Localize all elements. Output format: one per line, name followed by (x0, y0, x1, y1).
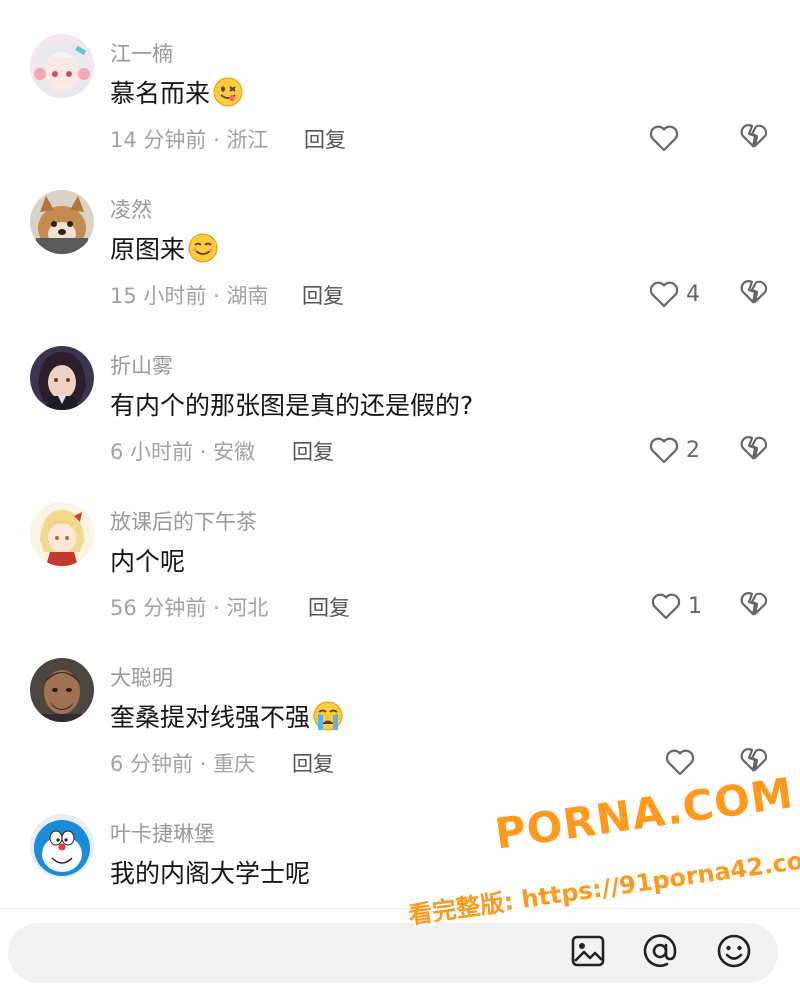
comment-time: 6 小时前 (110, 440, 194, 464)
reply-button[interactable]: 回复 (308, 592, 350, 622)
dislike-button[interactable] (738, 120, 770, 150)
broken-heart-icon (740, 748, 768, 772)
comment-location: 湖南 (226, 284, 269, 308)
broken-heart-icon (740, 280, 768, 304)
like-count: 4 (686, 281, 700, 307)
comment-text: 有内个的那张图是真的还是假的? (110, 386, 473, 422)
avatar[interactable] (30, 658, 94, 722)
comment-item: 江一楠 慕名而来 14 分钟前 · 浙江 回复 (0, 32, 800, 188)
comment-text-body: 我的内阁大学士呢 (110, 859, 311, 888)
meta-separator: · (193, 440, 214, 464)
comment-text-body: 慕名而来 (110, 79, 211, 108)
comment-text-body: 奎桑提对线强不强 (110, 703, 311, 732)
reply-button[interactable]: 回复 (292, 436, 334, 466)
comment-time: 15 小时前 (110, 284, 207, 308)
comment-text: 内个呢 (110, 542, 185, 578)
at-icon[interactable] (640, 931, 680, 971)
image-icon[interactable] (568, 931, 608, 971)
heart-icon (649, 437, 679, 464)
reply-button[interactable]: 回复 (302, 280, 344, 310)
comment-text: 慕名而来 (110, 74, 244, 110)
comment-item: 折山雾 有内个的那张图是真的还是假的? 6 小时前 · 安徽 回复 2 (0, 344, 800, 500)
face-savoring-food-emoji (212, 76, 244, 108)
username[interactable]: 凌然 (110, 194, 152, 224)
comment-meta: 6 分钟前 · 重庆 (110, 748, 255, 778)
meta-separator: · (206, 596, 227, 620)
dislike-button[interactable] (738, 588, 770, 618)
emoji-icon[interactable] (714, 931, 754, 971)
comment-item: 叶卡捷琳堡 我的内阁大学士呢 (0, 812, 800, 908)
like-button[interactable] (664, 744, 702, 780)
heart-icon (649, 281, 679, 308)
heart-icon (665, 749, 695, 776)
comment-time: 14 分钟前 (110, 128, 207, 152)
username[interactable]: 江一楠 (110, 38, 173, 68)
like-button[interactable] (648, 120, 686, 156)
broken-heart-icon (740, 124, 768, 148)
heart-icon (651, 593, 681, 620)
comment-meta: 14 分钟前 · 浙江 (110, 124, 268, 154)
comment-time: 6 分钟前 (110, 752, 194, 776)
reply-button[interactable]: 回复 (304, 124, 346, 154)
username[interactable]: 放课后的下午茶 (110, 506, 257, 536)
comment-text-body: 有内个的那张图是真的还是假的? (110, 391, 474, 420)
smiling-face-emoji (187, 232, 219, 264)
avatar[interactable] (30, 34, 94, 98)
comment-item: 放课后的下午茶 内个呢 56 分钟前 · 河北 回复 1 (0, 500, 800, 656)
dislike-button[interactable] (738, 744, 770, 774)
avatar[interactable] (30, 190, 94, 254)
like-count: 2 (686, 437, 700, 463)
comment-time: 56 分钟前 (110, 596, 207, 620)
comment-item: 凌然 原图来 15 小时前 · 湖南 回复 4 (0, 188, 800, 344)
broken-heart-icon (740, 592, 768, 616)
meta-separator: · (193, 752, 214, 776)
comment-text: 我的内阁大学士呢 (110, 854, 310, 890)
like-count: 1 (688, 593, 702, 619)
reply-button[interactable]: 回复 (292, 748, 334, 778)
comment-location: 重庆 (213, 752, 256, 776)
username[interactable]: 大聪明 (110, 662, 173, 692)
comment-text: 奎桑提对线强不强 (110, 698, 344, 734)
comment-location: 安徽 (213, 440, 256, 464)
comment-item: 大聪明 奎桑提对线强不强 6 分钟前 · 重庆 回复 (0, 656, 800, 812)
dislike-button[interactable] (738, 432, 770, 462)
comment-input-bar (0, 908, 800, 985)
comment-list: 江一楠 慕名而来 14 分钟前 · 浙江 回复 凌然 原图来 15 小时前 · … (0, 0, 800, 908)
avatar[interactable] (30, 502, 94, 566)
comment-meta: 15 小时前 · 湖南 (110, 280, 268, 310)
comment-meta: 56 分钟前 · 河北 (110, 592, 268, 622)
like-button[interactable]: 2 (648, 432, 700, 468)
like-button[interactable]: 1 (650, 588, 702, 624)
meta-separator: · (206, 128, 227, 152)
comment-location: 浙江 (226, 128, 269, 152)
username[interactable]: 折山雾 (110, 350, 173, 380)
avatar[interactable] (30, 346, 94, 410)
comment-text-body: 原图来 (110, 235, 186, 264)
username[interactable]: 叶卡捷琳堡 (110, 818, 215, 848)
crying-face-emoji (312, 700, 344, 732)
avatar[interactable] (30, 814, 94, 878)
meta-separator: · (206, 284, 227, 308)
broken-heart-icon (740, 436, 768, 460)
like-button[interactable]: 4 (648, 276, 700, 312)
comment-meta: 6 小时前 · 安徽 (110, 436, 255, 466)
comment-text: 原图来 (110, 230, 219, 266)
dislike-button[interactable] (738, 276, 770, 306)
heart-icon (649, 125, 679, 152)
comment-text-body: 内个呢 (110, 547, 186, 576)
comment-location: 河北 (226, 596, 269, 620)
